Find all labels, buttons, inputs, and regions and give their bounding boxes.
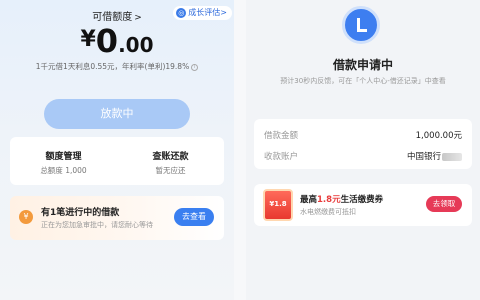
logo-letter-glyph <box>357 18 369 34</box>
quota-management-item[interactable]: 额度管理 总额度 1,000 <box>10 137 117 185</box>
panel-divider <box>234 0 246 300</box>
quota-panel: 可借额度 > ◎ 成长评估 > ¥0.00 1千元借1天利息0.55元，年利率(单… <box>0 0 234 300</box>
application-panel: 借款申请中 预计30秒内反馈，可在「个人中心-借还记录」中查看 借款金额 1,0… <box>246 0 480 300</box>
growth-icon: ◎ <box>176 8 187 18</box>
coupon-icon: ¥1.8 <box>263 189 293 221</box>
coupon-promo-card: ¥1.8 最高1.8元生活缴费券 水电燃缴费可抵扣 去领取 <box>254 184 472 226</box>
growth-evaluation-button[interactable]: ◎ 成长评估 > <box>173 6 232 20</box>
available-amount: ¥0.00 <box>0 22 234 60</box>
view-loan-button[interactable]: 去查看 <box>174 208 214 226</box>
receiving-account-row: 收款账户 中国银行 <box>264 150 462 162</box>
loan-amount-label: 借款金额 <box>264 131 299 141</box>
loan-amount-row: 借款金额 1,000.00元 <box>264 129 462 141</box>
loan-status-button[interactable]: 放款中 <box>44 99 190 129</box>
total-quota-text: 总额度 1,000 <box>40 166 87 175</box>
amount-decimal: .00 <box>118 33 154 57</box>
quota-actions-card: 额度管理 总额度 1,000 查账还款 暂无应还 <box>10 137 224 185</box>
application-status-title: 借款申请中 <box>332 58 393 72</box>
repayment-item[interactable]: 查账还款 暂无应还 <box>117 137 224 185</box>
application-status-subtitle: 预计30秒内反馈，可在「个人中心-借还记录」中查看 <box>280 77 446 85</box>
info-icon[interactable]: i <box>191 63 199 71</box>
interest-info: 1千元借1天利息0.55元，年利率(单利)19.8% i <box>0 61 234 72</box>
masked-account-number <box>442 152 462 161</box>
growth-label: 成长评估 <box>188 8 221 17</box>
receiving-account-label: 收款账户 <box>264 152 299 162</box>
promo-title: 最高1.8元生活缴费券 <box>300 193 383 205</box>
loan-progress-subtitle: 正在为您加急审批中，请您耐心等待 <box>41 221 153 229</box>
repayment-status: 暂无应还 <box>155 166 186 175</box>
promo-suffix: 生活缴费券 <box>340 195 384 205</box>
amount-integer: 0 <box>95 22 119 60</box>
coin-icon: ¥ <box>19 210 33 224</box>
bank-name: 中国银行 <box>406 152 441 162</box>
loan-amount-value: 1,000.00元 <box>415 131 462 141</box>
app-logo-icon <box>342 6 380 44</box>
receiving-account-value: 中国银行 <box>407 150 462 162</box>
promo-highlight: 1.8元 <box>317 195 341 205</box>
currency-symbol: ¥ <box>80 27 96 52</box>
loan-details-card: 借款金额 1,000.00元 收款账户 中国银行 <box>254 119 472 169</box>
loan-progress-title: 有1笔进行中的借款 <box>41 208 120 218</box>
quota-management-title: 额度管理 <box>45 152 82 162</box>
promo-subtitle: 水电燃缴费可抵扣 <box>300 208 356 216</box>
repayment-title: 查账还款 <box>152 152 189 162</box>
interest-text: 1千元借1天利息0.55元，年利率(单利)19.8% <box>35 62 190 71</box>
claim-coupon-button[interactable]: 去领取 <box>426 196 462 212</box>
screenshot: 可借额度 > ◎ 成长评估 > ¥0.00 1千元借1天利息0.55元，年利率(单… <box>0 0 480 300</box>
promo-prefix: 最高 <box>300 195 318 205</box>
chevron-right-icon: > <box>220 8 227 17</box>
loan-progress-card: ¥ 有1笔进行中的借款 正在为您加急审批中，请您耐心等待 去查看 <box>10 196 224 240</box>
